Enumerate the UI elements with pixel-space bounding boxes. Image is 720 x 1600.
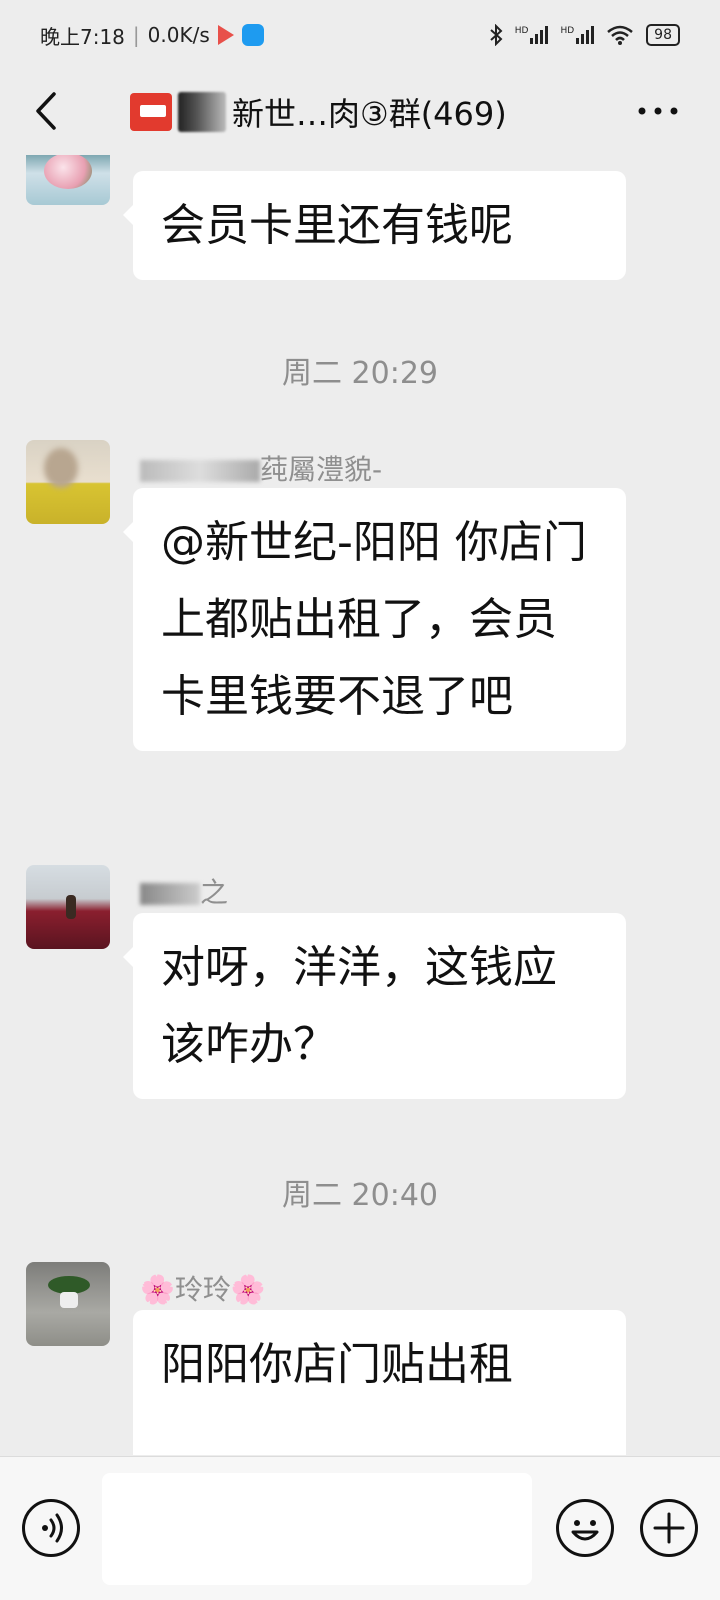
sender-name: 莼屬澧貌-: [140, 448, 382, 488]
signal-icon: HD: [515, 26, 549, 44]
emoji-icon[interactable]: [556, 1499, 614, 1557]
message-text: 对呀，洋洋，这钱应该咋办？: [161, 942, 557, 1070]
sender-avatar[interactable]: [26, 155, 110, 205]
voice-icon[interactable]: [22, 1499, 80, 1557]
timestamp-divider: 周二 20:40: [282, 1178, 438, 1213]
status-right: HD HD 98: [489, 24, 680, 46]
message-text: 会员卡里还有钱呢: [161, 200, 513, 251]
message-bubble[interactable]: @新世纪-阳阳 你店门上都贴出租了，会员卡里钱要不退了吧: [123, 488, 626, 751]
status-left: 晚上7:18 | 0.0K/s: [40, 21, 264, 50]
input-bar: [0, 1456, 720, 1600]
status-separator: |: [132, 23, 140, 47]
more-dots-icon[interactable]: [636, 96, 680, 126]
sender-name: 之: [140, 871, 228, 911]
chevron-left-icon[interactable]: [26, 86, 66, 136]
sender-avatar[interactable]: [26, 1262, 110, 1346]
blurred-name: [178, 92, 226, 132]
message-input[interactable]: [102, 1473, 532, 1585]
plus-icon[interactable]: [640, 1499, 698, 1557]
sender-name: 🌸玲玲🌸: [140, 1273, 266, 1306]
status-time: 晚上7:18: [40, 24, 125, 49]
message-bubble[interactable]: 阳阳你店门贴出租: [133, 1310, 626, 1455]
battery-indicator: 98: [646, 24, 680, 46]
sender-avatar[interactable]: [26, 865, 110, 949]
signal-label: HD: [514, 26, 529, 36]
message-bubble[interactable]: 对呀，洋洋，这钱应该咋办？: [123, 913, 626, 1099]
group-logo-icon: [130, 93, 172, 131]
bluetooth-icon: [490, 24, 503, 46]
blurred-name: [140, 883, 200, 905]
app-notification-icon: [217, 25, 234, 45]
blurred-name: [140, 460, 260, 482]
sender-avatar[interactable]: [26, 440, 110, 524]
status-bar: 晚上7:18 | 0.0K/s HD HD 98: [0, 0, 720, 70]
timestamp-divider: 周二 20:29: [282, 356, 438, 391]
group-title-text: 新世…肉③群(469): [232, 95, 507, 133]
chat-header: 新世…肉③群(469): [0, 70, 720, 155]
message-bubble[interactable]: 会员卡里还有钱呢: [123, 171, 626, 280]
app-notification-icon-2: [241, 24, 264, 46]
message-text: 阳阳你店门贴出租: [161, 1339, 513, 1390]
message-text: @新世纪-阳阳 你店门上都贴出租了，会员卡里钱要不退了吧: [161, 517, 587, 722]
network-speed: 0.0K/s: [147, 23, 210, 47]
page-title: 新世…肉③群(469): [130, 88, 507, 136]
signal-label-2: HD: [560, 26, 575, 36]
chat-message-list[interactable]: 会员卡里还有钱呢 周二 20:29 莼屬澧貌- @新世纪-阳阳 你店门上都贴出租…: [0, 155, 720, 1455]
wifi-icon: [607, 25, 633, 45]
signal-icon-2: HD: [560, 26, 595, 44]
